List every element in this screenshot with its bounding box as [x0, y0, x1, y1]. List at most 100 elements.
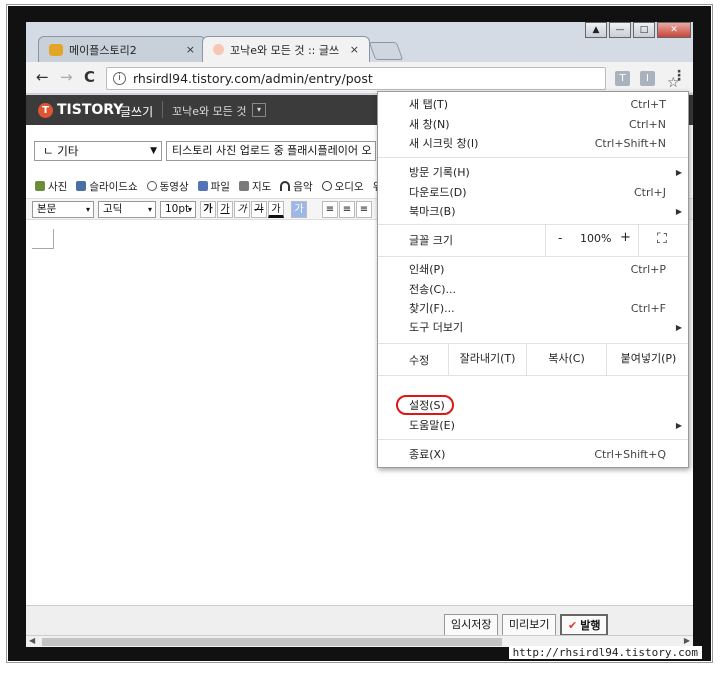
italic-button[interactable]: 가	[234, 201, 250, 218]
menu-help[interactable]: 도움말(E) ▶	[378, 416, 688, 436]
align-left-button[interactable]: ≡	[322, 201, 338, 218]
menu-shortcut: Ctrl+Shift+N	[594, 137, 666, 150]
browser-window: 메이플스토리2 × 꼬낙e와 모든 것 :: 글쓰 × ▲ — □ ✕ ← → …	[26, 22, 693, 647]
bold-button[interactable]: 가	[200, 201, 216, 218]
publish-button[interactable]: ✔ 발행	[560, 614, 609, 636]
insert-label: 동영상	[159, 180, 189, 193]
menu-copy[interactable]: 복사(C)	[526, 343, 606, 375]
back-arrow-icon[interactable]: ←	[36, 68, 49, 86]
font-color-button[interactable]: 가	[268, 201, 284, 218]
new-tab-button[interactable]	[368, 42, 404, 60]
font-size-select[interactable]: 10pt ▾	[160, 201, 196, 218]
menu-cut[interactable]: 잘라내기(T)	[448, 343, 526, 375]
tistory-logo[interactable]: T TISTORY	[38, 102, 123, 118]
tab-close-icon[interactable]: ×	[186, 43, 195, 56]
file-icon	[197, 181, 208, 191]
minimize-button[interactable]: —	[609, 22, 631, 38]
insert-audio-button[interactable]: 오디오	[321, 179, 364, 194]
menu-cast[interactable]: 전송(C)...	[378, 280, 688, 300]
preview-button[interactable]: 미리보기	[502, 614, 557, 636]
address-bar[interactable]: i rhsirdl94.tistory.com/admin/entry/post…	[106, 67, 680, 91]
insert-map-button[interactable]: 지도	[238, 179, 272, 194]
font-family-select[interactable]: 고딕 ▾	[98, 201, 156, 218]
temp-save-button[interactable]: 임시저장	[444, 614, 499, 636]
menu-item-label: 새 창(N)	[409, 118, 450, 131]
audio-icon	[321, 181, 332, 191]
menu-exit[interactable]: 종료(X) Ctrl+Shift+Q	[378, 445, 688, 465]
chrome-menu-icon[interactable]: ⋮	[672, 68, 686, 84]
post-title-input[interactable]: 티스토리 사진 업로드 중 플래시플레이어 오	[166, 141, 376, 161]
fullscreen-icon: ⛶	[657, 231, 667, 247]
highlight-color-button[interactable]: 가	[291, 201, 307, 218]
strikethrough-button[interactable]: 가	[251, 201, 267, 218]
header-divider	[162, 101, 163, 118]
menu-separator	[378, 256, 688, 257]
insert-file-button[interactable]: 파일	[197, 179, 230, 194]
zoom-in-button[interactable]: +	[620, 230, 631, 245]
underline-button[interactable]: 가	[217, 201, 233, 218]
chevron-down-icon: ▾	[85, 205, 90, 214]
site-info-icon[interactable]: i	[113, 72, 126, 85]
category-select[interactable]: ㄴ 기타 ▼	[34, 141, 162, 161]
user-icon[interactable]: ▲	[585, 22, 607, 38]
insert-slideshow-button[interactable]: 슬라이드쇼	[76, 179, 138, 194]
menu-item-label: 새 시크릿 창(I)	[409, 137, 479, 150]
tab-title: 메이플스토리2	[69, 43, 137, 57]
insert-label: 지도	[251, 180, 272, 193]
blog-name[interactable]: 꼬낙e와 모든 것	[172, 103, 246, 119]
insert-video-button[interactable]: 동영상	[146, 179, 189, 194]
menu-new-tab[interactable]: 새 탭(T) Ctrl+T	[378, 95, 688, 115]
menu-paste[interactable]: 붙여넣기(P)	[606, 343, 690, 375]
reload-icon[interactable]: C	[84, 68, 95, 86]
scroll-right-icon[interactable]: ▶	[684, 636, 690, 645]
menu-more-tools[interactable]: 도구 더보기 ▶	[378, 318, 688, 338]
slideshow-icon	[76, 181, 87, 191]
menu-history[interactable]: 방문 기록(H) ▶	[378, 163, 688, 183]
zoom-out-button[interactable]: -	[558, 231, 562, 245]
window-controls: ▲ — □ ✕	[583, 22, 691, 38]
menu-shortcut: Ctrl+T	[630, 98, 666, 111]
maximize-button[interactable]: □	[633, 22, 655, 38]
tab-maplestory[interactable]: 메이플스토리2 ×	[38, 36, 206, 62]
extension-i-icon[interactable]: I	[640, 71, 655, 86]
insert-label: 슬라이드쇼	[89, 180, 138, 193]
menu-downloads[interactable]: 다운로드(D) Ctrl+J	[378, 183, 688, 203]
blog-dropdown-icon[interactable]: ▾	[252, 103, 266, 117]
menu-new-window[interactable]: 새 창(N) Ctrl+N	[378, 115, 688, 135]
align-center-button[interactable]: ≡	[339, 201, 355, 218]
check-icon: ✔	[568, 619, 578, 632]
settings-highlight-ring	[396, 395, 454, 415]
menu-separator	[378, 157, 688, 158]
menu-item-label: 다운로드(D)	[409, 186, 467, 199]
chevron-down-icon: ▼	[150, 146, 157, 156]
menu-find[interactable]: 찾기(F)... Ctrl+F	[378, 299, 688, 319]
fullscreen-button[interactable]: ⛶	[638, 224, 691, 256]
screenshot-frame: 메이플스토리2 × 꼬낙e와 모든 것 :: 글쓰 × ▲ — □ ✕ ← → …	[0, 0, 720, 675]
tab-tistory-write[interactable]: 꼬낙e와 모든 것 :: 글쓰 ×	[202, 36, 370, 62]
close-window-button[interactable]: ✕	[657, 22, 691, 38]
scroll-thumb[interactable]	[42, 638, 502, 646]
insert-label: 파일	[210, 180, 230, 193]
menu-item-label: 방문 기록(H)	[409, 166, 470, 179]
paragraph-style-select[interactable]: 본문 ▾	[32, 201, 94, 218]
menu-separator	[378, 375, 688, 376]
menu-new-incognito[interactable]: 새 시크릿 창(I) Ctrl+Shift+N	[378, 134, 688, 154]
headphones-icon	[280, 181, 291, 191]
browser-toolbar: ← → C i rhsirdl94.tistory.com/admin/entr…	[26, 62, 693, 94]
insert-music-button[interactable]: 음악	[280, 179, 313, 194]
align-right-button[interactable]: ≡	[356, 201, 372, 218]
insert-photo-button[interactable]: 사진	[35, 179, 67, 194]
tab-close-icon[interactable]: ×	[350, 43, 359, 56]
submenu-arrow-icon: ▶	[675, 421, 682, 430]
editor-body[interactable]	[32, 229, 54, 249]
select-value: 본문	[37, 203, 57, 215]
watermark-url: http://rhsirdl94.tistory.com	[508, 646, 702, 659]
tistory-logo-text: TISTORY	[57, 102, 124, 118]
title-bar: 메이플스토리2 × 꼬낙e와 모든 것 :: 글쓰 × ▲ — □ ✕	[26, 22, 693, 62]
menu-bookmarks[interactable]: 북마크(B) ▶	[378, 202, 688, 222]
menu-print[interactable]: 인쇄(P) Ctrl+P	[378, 260, 688, 280]
scroll-left-icon[interactable]: ◀	[29, 636, 35, 645]
extension-t-icon[interactable]: T	[615, 71, 630, 86]
forward-arrow-icon[interactable]: →	[60, 68, 73, 86]
map-icon	[238, 181, 249, 191]
